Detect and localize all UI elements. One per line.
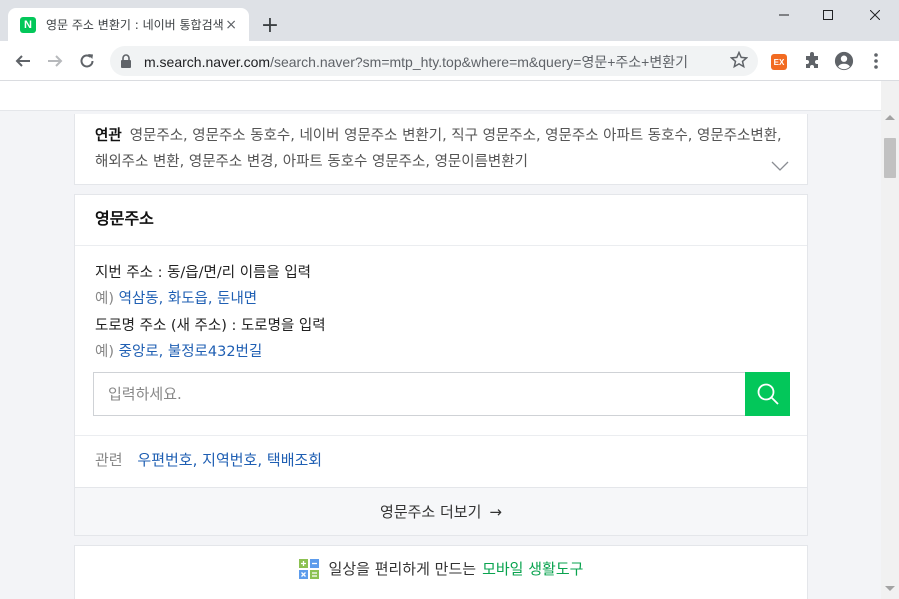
chevron-down-icon[interactable]	[771, 156, 789, 175]
page-header-strip	[0, 81, 881, 111]
url-text[interactable]: m.search.naver.com/search.naver?sm=mtp_h…	[144, 52, 719, 72]
search-icon	[757, 383, 779, 405]
ex-extension-icon[interactable]: EX	[771, 54, 787, 70]
address-bar[interactable]: m.search.naver.com/search.naver?sm=mtp_h…	[110, 46, 758, 76]
menu-kebab-icon[interactable]	[866, 51, 886, 71]
related-keywords-label: 연관	[95, 128, 122, 144]
example-link[interactable]: 중앙로	[119, 344, 159, 360]
profile-avatar-icon[interactable]	[834, 51, 854, 71]
lot-address-instruction: 지번 주소 : 동/읍/면/리 이름을 입력	[95, 265, 312, 281]
window-close-icon[interactable]	[860, 4, 890, 26]
more-english-address-button[interactable]: 영문주소 더보기 →	[75, 487, 807, 535]
new-tab-button[interactable]: +	[258, 13, 282, 38]
arrow-right-icon: →	[489, 502, 502, 521]
more-label: 영문주소 더보기	[380, 503, 482, 521]
browser-tab[interactable]: N 영문 주소 변환기 : 네이버 통합검색 ×	[8, 8, 249, 41]
divider	[75, 435, 807, 436]
banner-highlight: 모바일 생활도구	[482, 560, 584, 578]
naver-favicon-icon: N	[20, 16, 36, 33]
tab-close-icon[interactable]: ×	[223, 17, 239, 33]
card-title: 영문주소	[95, 209, 154, 228]
search-button[interactable]	[745, 372, 790, 416]
back-arrow-icon[interactable]	[9, 47, 37, 75]
related-keywords-card: 연관 영문주소, 영문주소 동호수, 네이버 영문주소 변환기, 직구 영문주소,…	[74, 114, 808, 185]
related-keywords-list[interactable]: 영문주소, 영문주소 동호수, 네이버 영문주소 변환기, 직구 영문주소, 영…	[95, 128, 782, 170]
example-link[interactable]: 불정로432번길	[168, 344, 262, 360]
road-address-instruction: 도로명 주소 (새 주소) : 도로명을 입력	[95, 318, 326, 334]
calculator-tools-icon	[298, 559, 319, 599]
scroll-down-arrow-icon[interactable]	[885, 586, 895, 591]
lock-icon[interactable]	[120, 53, 132, 72]
banner-text: 일상을 편리하게 만드는	[328, 560, 477, 578]
related-link-postal-code[interactable]: 우편번호	[137, 451, 192, 469]
lot-address-examples: 예) 역삼동, 화도읍, 둔내면	[95, 291, 258, 307]
page-viewport: 연관 영문주소, 영문주소 동호수, 네이버 영문주소 변환기, 직구 영문주소,…	[0, 81, 881, 599]
scrollbar-thumb[interactable]	[884, 138, 896, 178]
extensions-puzzle-icon[interactable]	[802, 51, 822, 71]
road-address-examples: 예) 중앙로, 불정로432번길	[95, 344, 263, 360]
page-scrollbar[interactable]	[881, 81, 899, 599]
minimize-icon[interactable]	[769, 4, 799, 26]
example-link[interactable]: 화도읍	[168, 291, 208, 307]
address-search-row	[93, 372, 790, 416]
scroll-up-arrow-icon[interactable]	[885, 115, 895, 120]
bookmark-star-icon[interactable]	[729, 50, 749, 73]
example-link[interactable]: 역삼동	[119, 291, 159, 307]
address-search-input[interactable]	[93, 372, 745, 416]
example-link[interactable]: 둔내면	[217, 291, 257, 307]
maximize-icon[interactable]	[813, 4, 843, 26]
browser-toolbar: m.search.naver.com/search.naver?sm=mtp_h…	[0, 41, 899, 81]
tab-title: 영문 주소 변환기 : 네이버 통합검색	[46, 18, 224, 32]
related-keywords[interactable]: 연관 영문주소, 영문주소 동호수, 네이버 영문주소 변환기, 직구 영문주소,…	[95, 123, 785, 175]
browser-tab-strip: N 영문 주소 변환기 : 네이버 통합검색 × +	[0, 0, 899, 41]
forward-arrow-icon[interactable]	[41, 47, 69, 75]
english-address-converter-card: 영문주소 지번 주소 : 동/읍/면/리 이름을 입력 예) 역삼동, 화도읍,…	[74, 194, 808, 536]
divider	[75, 245, 807, 246]
related-services-label: 관련	[95, 451, 123, 469]
related-link-parcel-tracking[interactable]: 택배조회	[267, 451, 322, 469]
related-link-area-code[interactable]: 지역번호	[202, 451, 257, 469]
mobile-tools-banner[interactable]: 일상을 편리하게 만드는 모바일 생활도구	[74, 545, 808, 599]
reload-icon[interactable]	[73, 47, 101, 75]
related-services: 관련 우편번호, 지역번호, 택배조회	[95, 451, 323, 469]
